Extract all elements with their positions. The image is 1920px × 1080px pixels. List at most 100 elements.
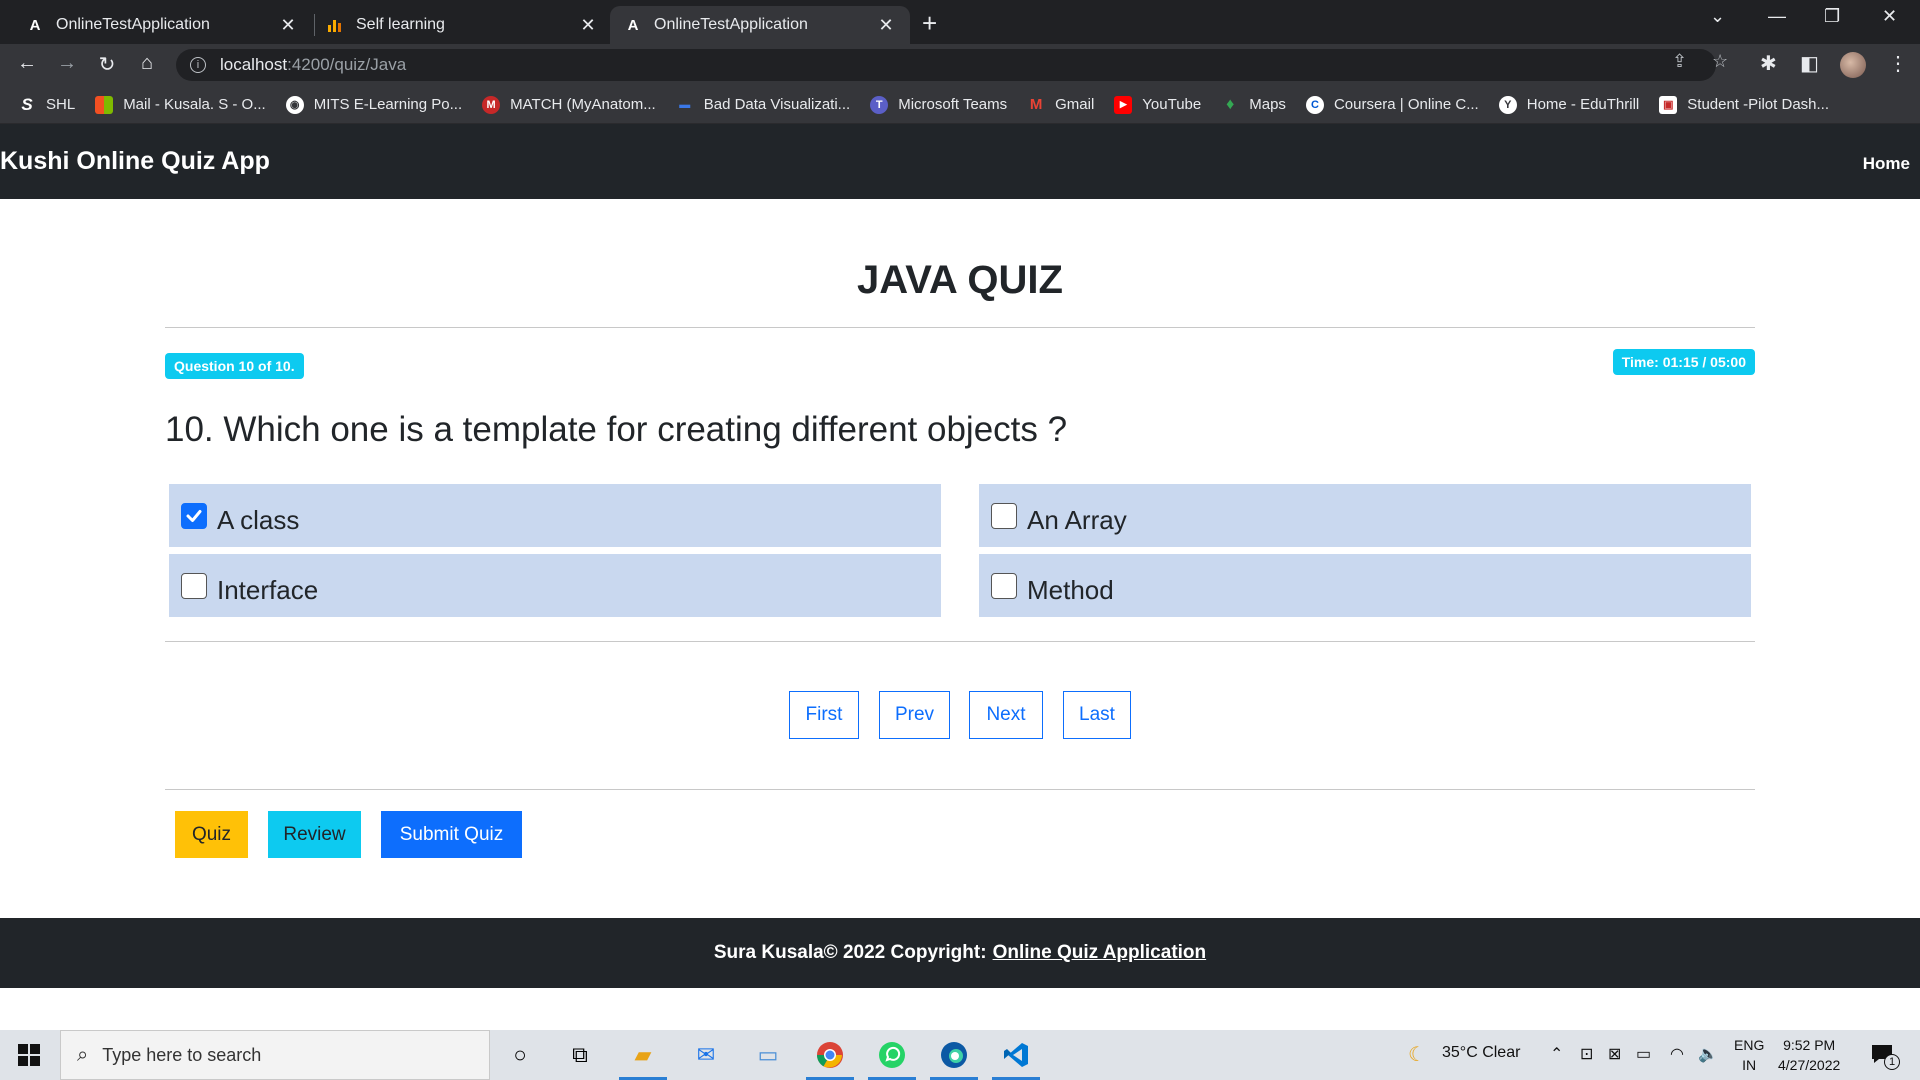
prev-button[interactable]: Prev [879, 691, 950, 739]
clock[interactable]: 9:52 PM 4/27/2022 [1778, 1035, 1840, 1075]
whatsapp-icon[interactable] [868, 1038, 916, 1080]
share-icon[interactable]: ⇪ [1672, 51, 1687, 72]
option-interface[interactable]: Interface [169, 554, 941, 617]
bookmark-label: Bad Data Visualizati... [703, 96, 851, 113]
file-explorer-icon[interactable]: ▰ [619, 1038, 667, 1080]
timer-badge: Time: 01:15 / 05:00 [1612, 349, 1755, 375]
laptop-icon[interactable]: ▭ [750, 1038, 786, 1072]
bookmark-match[interactable]: M MATCH (MyAnatom... [482, 95, 656, 114]
browser-tab-2[interactable]: Self learning ✕ [312, 6, 612, 44]
cortana-icon[interactable]: ○ [502, 1038, 538, 1072]
bookmark-label: YouTube [1142, 96, 1202, 113]
question-text: 10. Which one is a template for creating… [165, 410, 1068, 449]
mail-icon[interactable]: ✉ [688, 1038, 724, 1072]
side-panel-icon[interactable]: ◧ [1800, 51, 1819, 76]
next-button[interactable]: Next [969, 691, 1043, 739]
microsoft-icon [95, 95, 114, 114]
notification-icon[interactable]: 1 [1870, 1042, 1900, 1071]
option-label: Interface [217, 575, 319, 605]
bookmark-coursera[interactable]: C Coursera | Online C... [1305, 95, 1479, 114]
app-brand[interactable]: Kushi Online Quiz App [0, 147, 270, 176]
network-device-icon[interactable]: ⊡ [1580, 1044, 1593, 1064]
bookmark-bad-data[interactable]: ▬ Bad Data Visualizati... [676, 96, 850, 114]
footer-link[interactable]: Online Quiz Application [993, 942, 1207, 964]
restore-icon[interactable]: ❐ [1824, 6, 1840, 27]
chrome-icon[interactable] [806, 1038, 854, 1080]
option-an-array[interactable]: An Array [979, 484, 1751, 547]
coursera-icon: C [1305, 95, 1324, 114]
volume-icon[interactable]: 🔈 [1698, 1044, 1718, 1064]
site-info-icon[interactable]: i [190, 57, 206, 73]
browser-tab-bar: A OnlineTestApplication ✕ Self learning … [0, 0, 1920, 44]
notification-count: 1 [1884, 1054, 1900, 1070]
bookmark-star-icon[interactable]: ☆ [1712, 51, 1728, 72]
footer-copyright: Sura Kusala© 2022 Copyright: [713, 942, 987, 963]
language-indicator[interactable]: ENG IN [1734, 1035, 1764, 1075]
bookmark-eduthrill[interactable]: Y Home - EduThrill [1498, 95, 1639, 114]
option-checkbox[interactable] [991, 502, 1017, 529]
vscode-icon[interactable] [992, 1038, 1040, 1080]
close-window-icon[interactable]: ✕ [1882, 6, 1897, 27]
weather-moon-icon[interactable]: ☾ [1408, 1042, 1426, 1067]
option-checkbox[interactable] [181, 572, 207, 599]
taskbar-search-box[interactable]: ⌕ Type here to search [60, 1030, 490, 1080]
profile-avatar[interactable] [1840, 52, 1866, 78]
option-label: An Array [1027, 505, 1127, 535]
option-label: Method [1027, 575, 1114, 605]
battery-icon[interactable]: ▭ [1636, 1044, 1651, 1064]
nav-home-link[interactable]: Home [1863, 154, 1910, 174]
check-icon [186, 509, 202, 522]
browser-menu-icon[interactable]: ⋮ [1888, 51, 1908, 76]
address-host: localhost [220, 55, 288, 74]
edge-icon[interactable] [930, 1038, 978, 1080]
option-method[interactable]: Method [979, 554, 1751, 617]
first-button[interactable]: First [789, 691, 859, 739]
bookmark-maps[interactable]: ♦ Maps [1221, 96, 1286, 114]
option-checkbox[interactable] [991, 572, 1017, 599]
bookmark-youtube[interactable]: ▶ YouTube [1114, 95, 1202, 114]
extensions-icon[interactable]: ✱ [1760, 51, 1777, 76]
quiz-button[interactable]: Quiz [175, 811, 248, 858]
bookmark-teams[interactable]: T Microsoft Teams [870, 95, 1007, 114]
close-tab-icon[interactable]: ✕ [578, 15, 598, 36]
bookmark-student[interactable]: ▣ Student -Pilot Dash... [1659, 95, 1829, 114]
clock-date: 4/27/2022 [1778, 1057, 1841, 1073]
match-icon: M [482, 95, 501, 114]
new-tab-icon[interactable]: + [922, 8, 937, 39]
back-icon[interactable]: ← [15, 52, 39, 75]
minimize-icon[interactable]: — [1768, 6, 1786, 27]
home-icon[interactable]: ⌂ [135, 52, 159, 75]
close-tab-icon[interactable]: ✕ [876, 15, 896, 36]
clock-time: 9:52 PM [1783, 1037, 1836, 1053]
tab-search-icon[interactable]: ⌄ [1710, 6, 1725, 27]
browser-tab-3-active[interactable]: A OnlineTestApplication ✕ [610, 6, 910, 44]
task-view-icon[interactable]: ⧉ [562, 1038, 598, 1072]
address-bar[interactable]: i localhost:4200/quiz/Java [176, 49, 1716, 81]
windows-start-icon[interactable] [18, 1044, 40, 1071]
security-icon[interactable]: ⊠ [1608, 1044, 1621, 1064]
browser-tab-1[interactable]: A OnlineTestApplication ✕ [12, 6, 312, 44]
bookmark-mail[interactable]: Mail - Kusala. S - O... [95, 95, 266, 114]
reload-icon[interactable]: ↻ [95, 52, 119, 77]
globe-icon: ◉ [285, 95, 304, 114]
option-a-class[interactable]: A class [169, 484, 941, 547]
option-checkbox[interactable] [181, 502, 207, 529]
forward-icon[interactable]: → [55, 52, 79, 75]
chart-icon [326, 16, 344, 34]
teams-icon: T [870, 95, 889, 114]
bookmark-gmail[interactable]: M Gmail [1027, 96, 1094, 114]
tab-title: OnlineTestApplication [654, 16, 808, 33]
bookmark-shl[interactable]: S SHL [18, 95, 75, 114]
bookmark-mits[interactable]: ◉ MITS E-Learning Po... [285, 95, 462, 114]
weather-text[interactable]: 35°C Clear [1442, 1044, 1520, 1062]
search-icon: ⌕ [77, 1043, 89, 1066]
wifi-icon[interactable]: ◠ [1670, 1044, 1684, 1064]
last-button[interactable]: Last [1063, 691, 1131, 739]
show-hidden-icons[interactable]: ⌃ [1550, 1044, 1563, 1064]
address-path: :4200/quiz/Java [287, 55, 407, 74]
review-button[interactable]: Review [268, 811, 361, 858]
browser-toolbar: ← → ↻ ⌂ i localhost:4200/quiz/Java ⇪ ☆ ✱… [0, 44, 1920, 86]
bookmark-label: MATCH (MyAnatom... [510, 96, 656, 113]
submit-quiz-button[interactable]: Submit Quiz [381, 811, 522, 858]
close-tab-icon[interactable]: ✕ [278, 15, 298, 36]
